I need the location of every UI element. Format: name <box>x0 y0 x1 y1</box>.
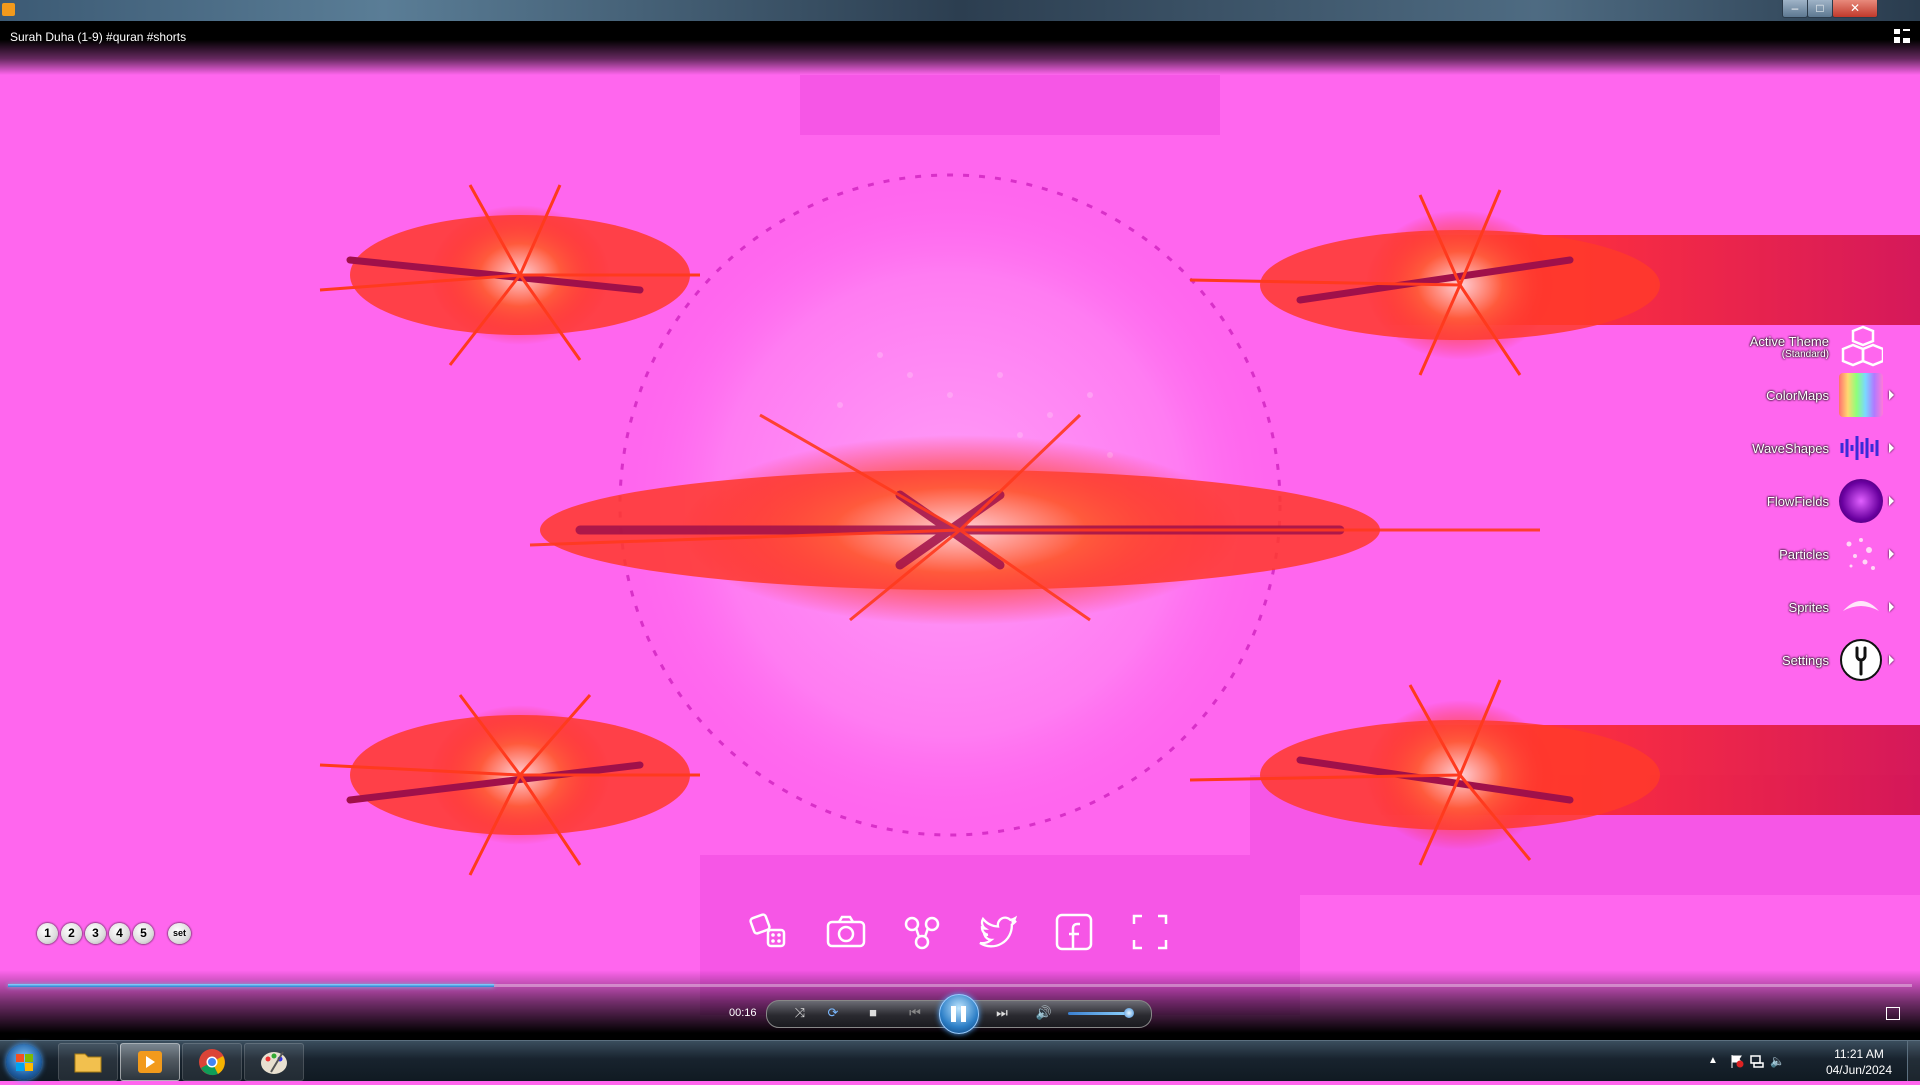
menu-label: ColorMaps <box>1766 387 1829 403</box>
wrench-icon <box>1839 638 1883 682</box>
minimize-button[interactable]: – <box>1782 0 1808 18</box>
chevron-right-icon[interactable] <box>1889 655 1894 665</box>
shuffle-icon[interactable]: ⤨ <box>789 1004 811 1022</box>
action-center-icon[interactable] <box>1730 1054 1744 1068</box>
particles-icon <box>1839 532 1883 576</box>
system-tray: ▲ 🔈 11:21 AM 04/Jun/2024 <box>1700 1041 1920 1081</box>
chevron-right-icon[interactable] <box>1889 443 1894 453</box>
app-icon <box>2 3 15 16</box>
repeat-icon[interactable]: ⟳ <box>822 1004 844 1022</box>
fullscreen-icon[interactable] <box>1128 910 1172 954</box>
show-hidden-icons-icon[interactable]: ▲ <box>1708 1054 1722 1068</box>
taskbar-paint[interactable] <box>244 1043 304 1081</box>
chevron-right-icon[interactable] <box>1889 390 1894 400</box>
dice-icon[interactable] <box>748 910 792 954</box>
network-icon[interactable] <box>1750 1054 1764 1068</box>
chrome-icon <box>199 1049 225 1076</box>
sprite-icon <box>1839 585 1883 629</box>
maximize-button[interactable]: □ <box>1807 0 1833 18</box>
menu-label: Sprites <box>1788 599 1829 615</box>
camera-icon[interactable] <box>824 910 868 954</box>
menu-item-particles[interactable]: Particles <box>1614 529 1894 579</box>
media-player-icon <box>138 1051 162 1073</box>
menu-item-waveshapes[interactable]: WaveShapes <box>1614 423 1894 473</box>
chevron-right-icon[interactable] <box>1889 549 1894 559</box>
cube-icon <box>1839 325 1883 369</box>
active-theme-label: Active Theme <box>1749 334 1829 349</box>
taskbar-explorer[interactable] <box>58 1043 118 1081</box>
menu-label: Settings <box>1782 652 1829 668</box>
title-bar: Surah Duha (1-9) #quran #shorts <box>0 21 1920 75</box>
menu-label: Particles <box>1779 546 1829 562</box>
menu-item-flowfields[interactable]: FlowFields <box>1614 476 1894 526</box>
folder-icon <box>74 1053 102 1073</box>
taskbar-media-player[interactable] <box>120 1043 180 1081</box>
menu-label: FlowFields <box>1766 493 1829 509</box>
show-desktop-button[interactable] <box>1907 1041 1920 1081</box>
menu-item-sprites[interactable]: Sprites <box>1614 582 1894 632</box>
paint-icon <box>261 1051 287 1074</box>
flowfield-icon <box>1839 479 1883 523</box>
next-icon[interactable]: ⏭ <box>985 1004 1019 1022</box>
volume-slider-knob[interactable] <box>1124 1008 1134 1018</box>
waveshape-icon <box>1839 426 1883 470</box>
start-button[interactable] <box>6 1044 42 1080</box>
share-icon[interactable] <box>900 910 944 954</box>
window-frame: – □ ✕ <box>0 0 1920 21</box>
preset-button-4[interactable]: 4 <box>109 923 130 944</box>
preset-button-2[interactable]: 2 <box>61 923 82 944</box>
action-bar <box>748 910 1178 958</box>
twitter-icon[interactable] <box>976 910 1020 954</box>
clock-date: 04/Jun/2024 <box>1825 1063 1892 1077</box>
menu-item-colormaps[interactable]: ColorMaps <box>1614 370 1894 420</box>
seek-bar-progress <box>8 984 494 987</box>
close-button[interactable]: ✕ <box>1832 0 1878 18</box>
chevron-right-icon[interactable] <box>1889 602 1894 612</box>
preset-button-1[interactable]: 1 <box>37 923 58 944</box>
window-title: Surah Duha (1-9) #quran #shorts <box>10 30 187 44</box>
stop-icon[interactable]: ■ <box>862 1004 884 1022</box>
seek-bar[interactable] <box>8 984 1912 987</box>
preset-set-button[interactable]: set <box>168 923 191 944</box>
clock[interactable]: 11:21 AM 04/Jun/2024 <box>1826 1046 1892 1078</box>
chevron-right-icon[interactable] <box>1889 496 1894 506</box>
taskbar-chrome[interactable] <box>182 1043 242 1081</box>
active-theme-value: (Standard) <box>1781 349 1829 360</box>
preset-button-3[interactable]: 3 <box>85 923 106 944</box>
speaker-icon[interactable]: 🔈 <box>1770 1054 1785 1068</box>
preset-buttons: 1 2 3 4 5 <box>37 923 154 944</box>
facebook-icon[interactable] <box>1052 910 1096 954</box>
menu-item-settings[interactable]: Settings <box>1614 635 1894 685</box>
elapsed-time: 00:16 <box>729 1007 757 1019</box>
previous-icon[interactable]: ⏮ <box>898 1004 932 1022</box>
preset-button-5[interactable]: 5 <box>133 923 154 944</box>
colormap-icon <box>1839 373 1883 417</box>
taskbar: ▲ 🔈 11:21 AM 04/Jun/2024 <box>0 1040 1920 1081</box>
active-theme-item[interactable]: Active Theme (Standard) <box>1614 322 1894 372</box>
clock-time: 11:21 AM <box>1834 1047 1884 1061</box>
pause-button[interactable] <box>939 994 979 1034</box>
volume-icon[interactable]: 🔊 <box>1033 1004 1055 1022</box>
volume-slider[interactable] <box>1068 1012 1130 1015</box>
switch-layout-icon[interactable] <box>1894 29 1910 43</box>
menu-label: WaveShapes <box>1752 440 1829 456</box>
switch-to-library-icon[interactable] <box>1886 1007 1900 1020</box>
